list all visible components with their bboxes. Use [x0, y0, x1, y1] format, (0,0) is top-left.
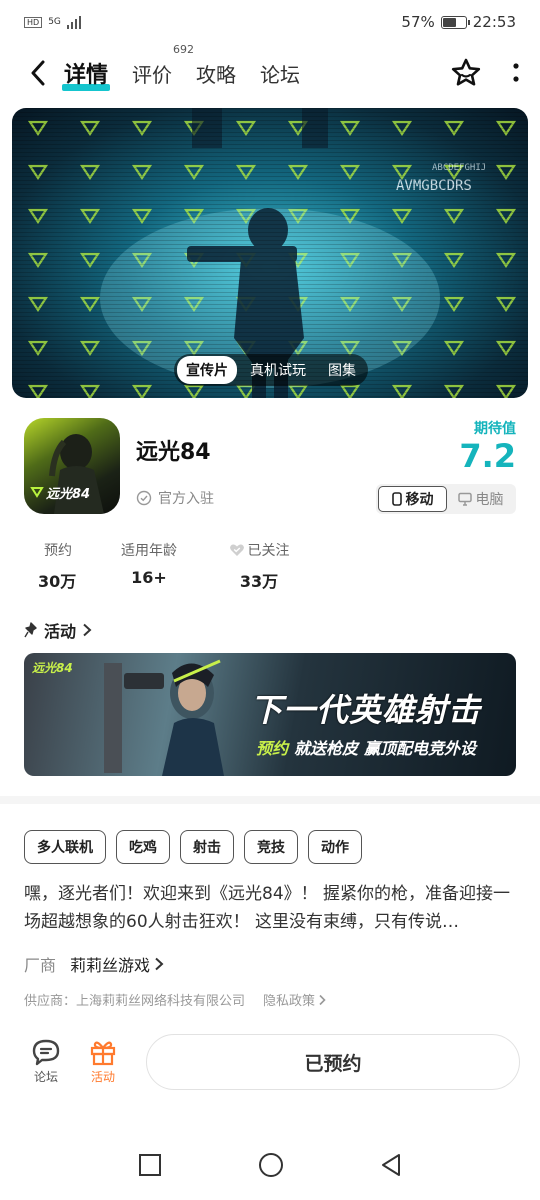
stat-reservations: 预约 30万: [24, 540, 94, 592]
star-favorite-icon[interactable]: [450, 57, 482, 89]
tab-reviews-label: 评价: [132, 62, 173, 87]
stat-followers[interactable]: 已关注 33万: [204, 540, 314, 592]
top-nav: 详情 评价 692 攻略 论坛: [0, 43, 540, 98]
forum-chat-icon: [32, 1039, 60, 1066]
monitor-icon: [457, 492, 472, 506]
platform-mobile-button[interactable]: 移动: [378, 486, 447, 512]
app-icon[interactable]: 远光84: [24, 418, 120, 514]
status-bar: HD 5G 57% 22:53: [0, 0, 540, 44]
tag-competitive[interactable]: 竞技: [244, 830, 298, 864]
platform-pc-label: 电脑: [475, 492, 504, 508]
banner-sub-text-2: 赢顶配电竞外设: [364, 739, 477, 758]
chevron-right-icon: [83, 623, 92, 637]
chevron-left-icon: [31, 60, 45, 86]
hero-video[interactable]: AVMGBCDRS ABCDEFGHIJ 宣传片 真机试玩 图集: [12, 108, 528, 398]
status-left: HD 5G: [24, 15, 81, 29]
stat-value: 33万: [239, 572, 279, 591]
app-info: 远光84 远光84 官方入驻 期待值 7.2 移动 电脑: [24, 418, 516, 514]
media-tab-bar: 宣传片 真机试玩 图集: [174, 354, 368, 386]
bottom-activity-label: 活动: [90, 1070, 115, 1084]
banner-logo: 远光84: [32, 661, 73, 675]
battery-percent: 57%: [401, 13, 435, 31]
vendor-label: 厂商: [24, 956, 57, 975]
app-icon-logo-text: 远光84: [46, 486, 90, 502]
reserved-button[interactable]: 已预约: [146, 1034, 520, 1090]
more-vertical-icon[interactable]: [512, 61, 520, 85]
activity-header-label: 活动: [44, 622, 77, 641]
chevron-right-icon: [155, 957, 164, 971]
heart-check-icon: [229, 544, 244, 556]
banner-sub-highlight: 预约: [256, 739, 289, 758]
activity-banner[interactable]: 远光84 下一代英雄射击 预约 就送枪皮 赢顶配电竞外设: [24, 653, 516, 776]
tag-list: 多人联机 吃鸡 射击 竞技 动作: [24, 830, 362, 864]
tab-bar: 详情 评价 692 攻略 论坛: [61, 43, 300, 91]
app-icon-artwork: 远光84: [30, 434, 104, 514]
stat-label-followed: 已关注: [204, 540, 314, 560]
signal-icon: [66, 15, 81, 29]
recent-apps-icon[interactable]: [138, 1153, 162, 1177]
battery-icon: [440, 15, 470, 29]
tab-details[interactable]: 详情: [61, 57, 111, 91]
back-button[interactable]: [20, 55, 56, 91]
vendor-link[interactable]: 莉莉丝游戏: [70, 952, 164, 976]
tag-action[interactable]: 动作: [308, 830, 362, 864]
official-label: 官方入驻: [158, 491, 214, 507]
platform-pc-button[interactable]: 电脑: [447, 486, 514, 512]
bottom-forum-button[interactable]: 论坛: [23, 1036, 69, 1085]
stat-label: 适用年龄: [121, 543, 177, 559]
system-nav-bar: [0, 1140, 540, 1190]
stat-label: 预约: [44, 543, 72, 559]
platform-mobile-label: 移动: [405, 492, 434, 508]
bottom-activity-button[interactable]: 活动: [80, 1036, 126, 1085]
status-right: 57% 22:53: [401, 13, 516, 31]
clock: 22:53: [472, 13, 516, 31]
media-tab-trailer[interactable]: 宣传片: [177, 356, 237, 384]
expectation-value: 7.2: [459, 437, 516, 475]
expectation-label: 期待值: [474, 421, 516, 437]
tag-multiplayer[interactable]: 多人联机: [24, 830, 106, 864]
back-nav-icon[interactable]: [380, 1153, 402, 1177]
banner-sub-text-1: 就送枪皮: [294, 739, 359, 758]
tag-battle-royale[interactable]: 吃鸡: [116, 830, 170, 864]
hd-indicator: HD: [24, 16, 43, 28]
tab-forum[interactable]: 论坛: [260, 59, 300, 88]
chevron-right-icon: [319, 994, 326, 1005]
stat-age-rating: 适用年龄 16+: [94, 540, 204, 592]
app-name: 远光84: [136, 440, 211, 465]
bottom-action-bar: 论坛 活动 已预约: [0, 1032, 540, 1096]
section-divider: [0, 796, 540, 804]
supplier-text: 供应商：上海莉莉丝网络科技有限公司: [24, 994, 246, 1009]
supplier-row: 供应商：上海莉莉丝网络科技有限公司 隐私政策: [24, 990, 326, 1009]
platform-switch: 移动 电脑: [376, 484, 516, 514]
game-description[interactable]: 嘿，逐光者们！欢迎来到《远光84》！ 握紧你的枪，准备迎接一场超越想象的60人射…: [24, 880, 520, 936]
vendor-row[interactable]: 厂商 莉莉丝游戏: [24, 952, 164, 976]
bottom-forum-label: 论坛: [33, 1070, 58, 1084]
stat-value: 30万: [38, 572, 77, 591]
gift-icon: [90, 1041, 116, 1066]
phone-icon: [391, 492, 402, 506]
media-tab-gameplay[interactable]: 真机试玩: [241, 356, 315, 384]
verified-check-icon: [136, 490, 152, 506]
home-icon[interactable]: [258, 1152, 284, 1178]
activity-header[interactable]: 活动: [24, 618, 92, 642]
media-tab-gallery[interactable]: 图集: [319, 356, 365, 384]
nav-actions: [450, 57, 520, 89]
reviews-count-badge: 692: [173, 42, 195, 56]
vendor-name: 莉莉丝游戏: [70, 956, 151, 975]
tab-reviews[interactable]: 评价 692: [132, 43, 194, 88]
tag-shooter[interactable]: 射击: [180, 830, 234, 864]
network-type: 5G: [48, 17, 61, 27]
banner-subtitle: 预约 就送枪皮 赢顶配电竞外设: [256, 735, 476, 759]
pin-icon: [24, 622, 37, 638]
privacy-policy-link[interactable]: 隐私政策: [263, 990, 326, 1009]
expectation-score: 期待值 7.2: [459, 418, 516, 474]
stats-row: 预约 30万 适用年龄 16+ 已关注 33万: [24, 540, 314, 592]
official-badge: 官方入驻: [136, 488, 214, 508]
stat-value: 16+: [131, 568, 167, 587]
tab-guides[interactable]: 攻略: [196, 59, 236, 88]
banner-title: 下一代英雄射击: [250, 691, 482, 729]
